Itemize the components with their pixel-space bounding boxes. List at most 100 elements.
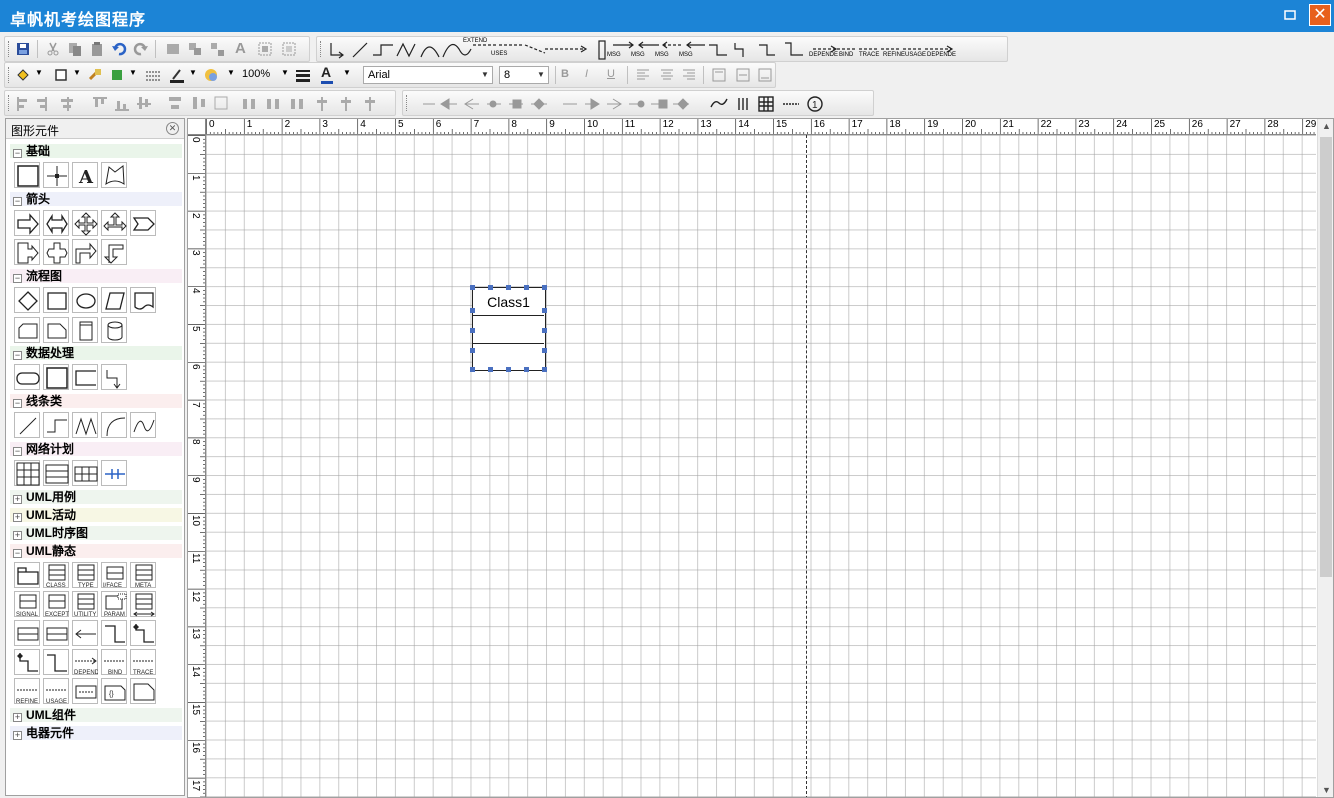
class-attributes[interactable] [473, 316, 544, 344]
save-icon[interactable] [15, 41, 31, 57]
canvas-grid[interactable] [206, 135, 1316, 797]
crosshair-shape-tile[interactable] [43, 162, 69, 188]
step-line-tile[interactable] [43, 412, 69, 438]
category-data-processing[interactable]: − 数据处理 [10, 346, 182, 360]
connection-point-handle[interactable] [470, 308, 475, 313]
uturn-arrow-tile[interactable] [101, 239, 127, 265]
connection-point-handle[interactable] [506, 285, 511, 290]
vertical-scrollbar[interactable]: ▲ ▼ [1317, 119, 1333, 797]
align-right-icon[interactable] [681, 67, 697, 83]
toolbar-grip[interactable] [8, 95, 11, 111]
category-network-plan[interactable]: − 网络计划 [10, 442, 182, 456]
font-size-select[interactable]: 8 ▼ [499, 66, 549, 84]
scroll-up-icon[interactable]: ▲ [1322, 121, 1331, 131]
drawing-canvas[interactable]: 0 1 2 3 4 5 6 7 8 9 10 11 12 13 14 15 16 17 18 19 20 21 22 23 24… [187, 118, 1334, 798]
group-icon[interactable] [187, 41, 203, 57]
bold-button[interactable]: B [561, 68, 569, 80]
grid-table-tile[interactable] [14, 460, 40, 486]
generalization-tile[interactable] [43, 649, 69, 675]
line-tile[interactable] [14, 412, 40, 438]
meta-tile[interactable]: META [130, 562, 156, 588]
scroll-thumb[interactable] [1320, 137, 1332, 577]
dropdown-arrow-icon[interactable]: ▼ [343, 68, 351, 77]
refine-tile[interactable]: REFINE [14, 678, 40, 704]
instance-tile[interactable] [43, 620, 69, 646]
category-basic[interactable]: − 基础 [10, 144, 182, 158]
data-shape-tile[interactable] [101, 287, 127, 313]
bring-front-icon[interactable] [257, 41, 273, 57]
connection-point-handle[interactable] [506, 367, 511, 372]
curve-line-tile[interactable] [130, 412, 156, 438]
valign-middle-icon[interactable] [735, 67, 751, 83]
category-electrical[interactable]: + 电器元件 [10, 726, 182, 740]
square-tile[interactable] [43, 364, 69, 390]
dropdown-arrow-icon[interactable]: ▼ [35, 68, 43, 77]
line-width-icon[interactable] [295, 67, 311, 83]
ungroup-icon[interactable] [209, 41, 225, 57]
exception-tile[interactable]: EXCEPT [43, 591, 69, 617]
double-arrow-tile[interactable] [43, 210, 69, 236]
tri-arrow-tile[interactable] [101, 210, 127, 236]
send-back-icon[interactable] [281, 41, 297, 57]
constraint-tile[interactable]: {} [101, 678, 127, 704]
dropdown-arrow-icon[interactable]: ▼ [227, 68, 235, 77]
color-fill-icon[interactable] [109, 67, 125, 83]
underline-button[interactable]: U [607, 68, 615, 80]
line-end-style-icons[interactable]: 1 [413, 95, 853, 113]
redo-icon[interactable] [133, 41, 149, 57]
toolbar-grip[interactable] [8, 41, 11, 57]
text-shape-tile[interactable]: A [72, 162, 98, 188]
usage-tile[interactable]: USAGE [43, 678, 69, 704]
card-shape-tile[interactable] [14, 317, 40, 343]
elbow-connector-tile[interactable] [101, 364, 127, 390]
align-distribute-icons[interactable] [15, 95, 395, 113]
line-color-icon[interactable] [169, 67, 185, 83]
format-painter-icon[interactable] [87, 67, 103, 83]
connection-point-handle[interactable] [488, 367, 493, 372]
dropdown-arrow-icon[interactable]: ▼ [281, 68, 289, 77]
align-left-icon[interactable] [635, 67, 651, 83]
category-uml-activity[interactable]: + UML活动 [10, 508, 182, 522]
maximize-icon[interactable] [1282, 7, 1298, 23]
freeform-shape-tile[interactable] [101, 162, 127, 188]
category-uml-sequence[interactable]: + UML时序图 [10, 526, 182, 540]
row-table-tile[interactable] [43, 460, 69, 486]
connection-point-handle[interactable] [470, 328, 475, 333]
category-arrows[interactable]: − 箭头 [10, 192, 182, 206]
category-uml-static[interactable]: − UML静态 [10, 544, 182, 558]
connection-point-handle[interactable] [542, 285, 547, 290]
connection-point-handle[interactable] [542, 367, 547, 372]
fill-bucket-icon[interactable] [15, 67, 31, 83]
connection-point-handle[interactable] [470, 285, 475, 290]
image-icon[interactable] [165, 41, 181, 57]
connection-point-handle[interactable] [470, 367, 475, 372]
undo-icon[interactable] [111, 41, 127, 57]
connection-point-handle[interactable] [542, 348, 547, 353]
category-uml-component[interactable]: + UML组件 [10, 708, 182, 722]
scroll-down-icon[interactable]: ▼ [1322, 785, 1331, 795]
right-arrow-tile[interactable] [14, 210, 40, 236]
class-tile[interactable]: CLASS [43, 562, 69, 588]
bind-tile[interactable]: BIND [101, 649, 127, 675]
terminator-shape-tile[interactable] [72, 287, 98, 313]
paste-icon[interactable] [89, 41, 105, 57]
milestone-tile[interactable] [101, 460, 127, 486]
connection-point-handle[interactable] [542, 328, 547, 333]
package-tile[interactable] [14, 562, 40, 588]
category-flowchart[interactable]: − 流程图 [10, 269, 182, 283]
rectangle-shape-tile[interactable] [14, 162, 40, 188]
note-link-tile[interactable] [72, 678, 98, 704]
association-tile[interactable] [72, 620, 98, 646]
toolbar-grip[interactable] [320, 41, 323, 57]
object-tile[interactable] [14, 620, 40, 646]
type-tile[interactable]: TYPE [72, 562, 98, 588]
connection-point-handle[interactable] [488, 285, 493, 290]
signal-tile[interactable]: SIGNAL [14, 591, 40, 617]
text-tool-icon[interactable]: A [235, 40, 246, 57]
panel-close-button[interactable]: ✕ [166, 122, 179, 135]
trace-tile[interactable]: TRACE [130, 649, 156, 675]
close-button[interactable]: ✕ [1309, 4, 1331, 26]
uml-class-shape[interactable]: Class1 [470, 285, 547, 372]
bent-arrow-tile[interactable] [72, 239, 98, 265]
dropdown-arrow-icon[interactable]: ▼ [73, 68, 81, 77]
